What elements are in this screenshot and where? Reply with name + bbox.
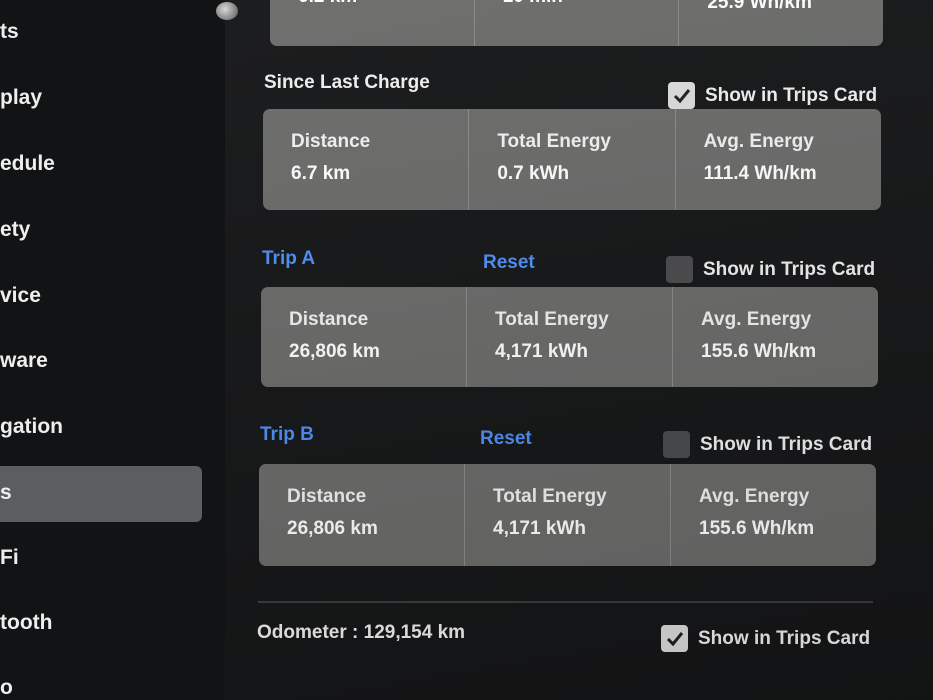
current-avg-cell: 25.9 Wh/km: [678, 0, 883, 46]
sidebar-item-1[interactable]: play: [0, 86, 42, 110]
current-time-value: 10 min: [503, 0, 679, 8]
trip-a-distance-label: Distance: [289, 309, 369, 330]
since-last-charge-show-toggle[interactable]: Show in Trips Card: [668, 82, 877, 109]
settings-sidebar: ts play edule ety vice ware gation s Fi …: [0, 0, 225, 700]
trip-b-distance-value: 26,806 km: [287, 518, 378, 539]
sidebar-item-trips[interactable]: s: [0, 481, 12, 505]
checkbox-checked-icon[interactable]: [661, 625, 688, 652]
trip-b-energy-cell: Total Energy 4,171 kWh: [464, 464, 670, 566]
trip-a-avg-label: Avg. Energy: [701, 309, 812, 330]
trip-a-distance-cell: Distance 26,806 km: [261, 287, 466, 387]
slc-energy-cell: Total Energy 0.7 kWh: [468, 109, 674, 210]
sidebar-item-4[interactable]: vice: [0, 284, 41, 308]
trip-b-distance-cell: Distance 26,806 km: [259, 464, 464, 566]
trip-b-energy-label: Total Energy: [493, 486, 607, 507]
sidebar-selected-highlight: [0, 466, 202, 522]
trip-b-reset-button[interactable]: Reset: [480, 428, 532, 450]
trip-a-avg-value: 155.6 Wh/km: [701, 341, 817, 362]
checkbox-checked-icon[interactable]: [668, 82, 695, 109]
odometer-readout: Odometer : 129,154 km: [257, 622, 466, 643]
trip-b-energy-value: 4,171 kWh: [493, 518, 586, 539]
trip-a-title: Trip A: [262, 248, 316, 269]
trip-b-avg-cell: Avg. Energy 155.6 Wh/km: [670, 464, 876, 566]
trip-a-energy-value: 4,171 kWh: [495, 341, 588, 362]
trip-a-card: Distance 26,806 km Total Energy 4,171 kW…: [261, 287, 878, 387]
sidebar-item-5[interactable]: ware: [0, 349, 48, 373]
sidebar-item-9[interactable]: tooth: [0, 611, 52, 635]
checkbox-unchecked-icon[interactable]: [666, 256, 693, 283]
slc-energy-label: Total Energy: [497, 131, 611, 152]
trip-b-title: Trip B: [260, 424, 314, 445]
sidebar-item-0[interactable]: ts: [0, 20, 19, 44]
checkbox-unchecked-icon[interactable]: [663, 431, 690, 458]
trip-a-avg-cell: Avg. Energy 155.6 Wh/km: [672, 287, 878, 387]
trip-b-card: Distance 26,806 km Total Energy 4,171 kW…: [259, 464, 876, 566]
sidebar-item-3[interactable]: ety: [0, 218, 30, 242]
trip-b-show-toggle[interactable]: Show in Trips Card: [663, 431, 872, 458]
sidebar-item-10[interactable]: o: [0, 676, 13, 700]
section-divider: [258, 601, 873, 603]
trip-a-energy-label: Total Energy: [495, 309, 609, 330]
since-last-charge-title: Since Last Charge: [264, 72, 430, 93]
slc-avg-label: Avg. Energy: [703, 131, 814, 152]
trip-a-distance-value: 26,806 km: [289, 341, 380, 362]
current-trip-card: 6.2 km 10 min 25.9 Wh/km: [270, 0, 883, 46]
odometer-show-toggle[interactable]: Show in Trips Card: [661, 625, 870, 652]
trip-b-avg-label: Avg. Energy: [699, 486, 810, 507]
current-distance-value: 6.2 km: [298, 0, 474, 8]
trip-b-avg-value: 155.6 Wh/km: [699, 518, 815, 539]
current-time-cell: 10 min: [473, 0, 679, 46]
slc-energy-value: 0.7 kWh: [497, 163, 570, 184]
sidebar-item-8[interactable]: Fi: [0, 546, 19, 570]
since-last-charge-card: Distance 6.7 km Total Energy 0.7 kWh Avg…: [263, 109, 881, 210]
slc-distance-cell: Distance 6.7 km: [263, 109, 468, 210]
trip-a-energy-cell: Total Energy 4,171 kWh: [466, 287, 672, 387]
show-in-trips-label: Show in Trips Card: [703, 258, 876, 280]
trip-b-distance-label: Distance: [287, 486, 367, 507]
show-in-trips-label: Show in Trips Card: [700, 433, 873, 455]
current-distance-cell: 6.2 km: [270, 0, 474, 46]
trip-a-show-toggle[interactable]: Show in Trips Card: [666, 256, 875, 283]
sidebar-item-6[interactable]: gation: [0, 415, 63, 439]
slc-avg-cell: Avg. Energy 111.4 Wh/km: [674, 109, 881, 210]
slc-distance-value: 6.7 km: [291, 163, 351, 184]
sidebar-item-2[interactable]: edule: [0, 152, 55, 176]
show-in-trips-label: Show in Trips Card: [698, 627, 871, 649]
current-avg-value: 25.9 Wh/km: [707, 0, 812, 13]
slc-avg-value: 111.4 Wh/km: [703, 163, 817, 184]
show-in-trips-label: Show in Trips Card: [705, 84, 878, 106]
scroll-knob-icon: [216, 2, 238, 20]
trip-a-reset-button[interactable]: Reset: [483, 252, 535, 274]
slc-distance-label: Distance: [291, 131, 371, 152]
